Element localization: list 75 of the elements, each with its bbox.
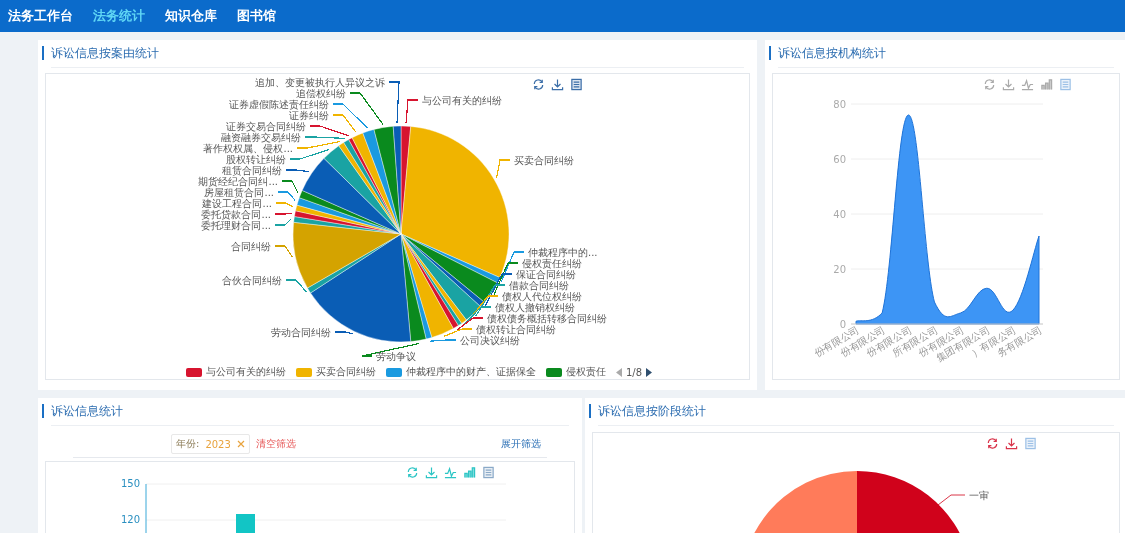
- axis-tick-label: 150: [120, 478, 140, 489]
- leader-line: [937, 494, 966, 506]
- legend-item[interactable]: 与公司有关的纠纷: [186, 365, 286, 379]
- pie-label: 租赁合同纠纷: [222, 165, 282, 176]
- data-view-icon[interactable]: [482, 466, 495, 479]
- pie-label: 合同纠纷: [231, 241, 271, 252]
- pie-label: 借款合同纠纷: [509, 280, 569, 291]
- pie-label: 债权债务概括转移合同纠纷: [487, 313, 607, 324]
- pie-slice[interactable]: [362, 129, 402, 235]
- legend-label: 侵权责任: [566, 365, 606, 379]
- legend-item[interactable]: 买卖合同纠纷: [296, 365, 376, 379]
- pie-label: 仲裁程序中的...: [528, 247, 598, 258]
- pie-label: 债权人代位权纠纷: [502, 291, 582, 302]
- expand-filter-link[interactable]: 展开筛选: [501, 437, 541, 451]
- pie-slice[interactable]: [400, 233, 454, 338]
- pie-label: 债权转让合同纠纷: [476, 324, 556, 335]
- pie-label: 劳动争议: [376, 351, 416, 362]
- pie-label: 建设工程合同...: [202, 198, 272, 209]
- pie-label: 房屋租赁合同...: [204, 187, 274, 198]
- axis-tick-label: 40: [833, 209, 846, 220]
- pie-label: 著作权权属、侵权...: [203, 143, 293, 154]
- download-icon[interactable]: [551, 78, 564, 91]
- nav-tab[interactable]: 知识仓库: [165, 7, 217, 25]
- filter-tag[interactable]: 年份: 2023: [171, 434, 250, 454]
- pie-label: 证券交易合同纠纷: [226, 121, 306, 132]
- pie-label: 证券纠纷: [289, 110, 329, 121]
- pie-label: 委托贷款合同...: [201, 209, 271, 220]
- pie-slice[interactable]: [400, 233, 481, 321]
- axis-tick-label: 120: [120, 514, 140, 525]
- panel-title: 诉讼信息按阶段统计: [589, 404, 1120, 418]
- pie-label: 侵权责任纠纷: [522, 258, 582, 269]
- pie-slice[interactable]: [393, 125, 402, 235]
- clear-filter-link[interactable]: 清空筛选: [255, 437, 296, 451]
- pie-label: 劳动合同纠纷: [271, 327, 331, 338]
- nav-tab[interactable]: 法务统计: [93, 7, 145, 25]
- bar-chart-icon[interactable]: [1040, 78, 1053, 91]
- axis-tick-label: 60: [833, 154, 846, 165]
- pie-label: 债权人撤销权纠纷: [495, 302, 575, 313]
- pie-slice[interactable]: [299, 190, 402, 235]
- pie-slice[interactable]: [292, 222, 402, 289]
- refresh-icon[interactable]: [986, 437, 999, 450]
- pie-label: 证券虚假陈述责任纠纷: [229, 99, 329, 110]
- next-page-icon[interactable]: [646, 367, 653, 377]
- refresh-icon[interactable]: [532, 78, 545, 91]
- pie-label: 期货经纪合同纠...: [198, 176, 278, 187]
- pie-label: 合伙合同纠纷: [222, 275, 282, 286]
- legend-label: 与公司有关的纠纷: [206, 365, 286, 379]
- pie-label: 追加、变更被执行人异议之诉: [255, 77, 385, 88]
- pie-label: 公司决议纠纷: [460, 335, 520, 346]
- pie-label: 委托理财合同...: [201, 220, 271, 231]
- axis-tick-label: 20: [833, 264, 846, 275]
- page-indicator: 1/8: [626, 366, 643, 378]
- pie-label: 股权转让纠纷: [226, 154, 286, 165]
- pie-label: 追偿权纠纷: [296, 88, 346, 99]
- refresh-icon[interactable]: [983, 78, 996, 91]
- pie-label: 一审: [969, 490, 989, 501]
- legend-item[interactable]: 侵权责任: [546, 365, 606, 379]
- data-view-icon[interactable]: [570, 78, 583, 91]
- pie-label: 买卖合同纠纷: [514, 155, 574, 166]
- nav-tab[interactable]: 图书馆: [237, 7, 276, 25]
- previous-page-icon[interactable]: [616, 367, 622, 377]
- download-icon[interactable]: [1005, 437, 1018, 450]
- legend-label: 买卖合同纠纷: [316, 365, 376, 379]
- pie-label: 与公司有关的纠纷: [422, 95, 502, 106]
- download-icon[interactable]: [1002, 78, 1015, 91]
- panel-title: 诉讼信息统计: [42, 404, 575, 418]
- pie-slice[interactable]: [310, 233, 411, 343]
- line-chart-icon[interactable]: [1021, 78, 1034, 91]
- nav-tab[interactable]: 法务工作台: [8, 7, 73, 25]
- pie-label: 融资融券交易纠纷: [221, 132, 301, 143]
- pie-label: 保证合同纠纷: [516, 269, 576, 280]
- panel-title: 诉讼信息按案由统计: [42, 46, 750, 60]
- axis-tick-label: 0: [839, 319, 846, 330]
- axis-tick-label: 80: [833, 99, 846, 110]
- panel-title: 诉讼信息按机构统计: [769, 46, 1120, 60]
